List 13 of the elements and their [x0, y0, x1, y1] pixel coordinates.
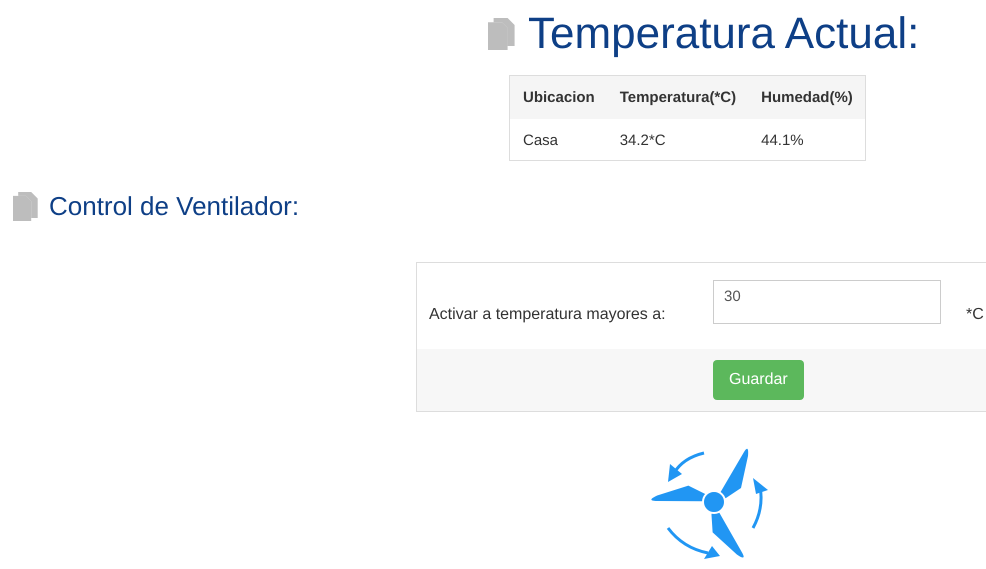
- column-header: Temperatura(*C): [606, 76, 748, 119]
- table-cell: Casa: [510, 119, 607, 160]
- page-title: Temperatura Actual:: [528, 9, 920, 59]
- section-title: Control de Ventilador:: [49, 191, 300, 222]
- column-header: Ubicacion: [510, 76, 607, 119]
- table-cell: 44.1%: [748, 119, 866, 160]
- table-cell: 34.2*C: [606, 119, 748, 160]
- temperature-input[interactable]: 30: [713, 280, 941, 324]
- document-icon: [13, 192, 39, 222]
- document-icon: [488, 18, 516, 50]
- unit-label: *C: [966, 305, 984, 324]
- column-header: Humedad(%): [748, 76, 866, 119]
- field-label: Activar a temperatura mayores a:: [429, 305, 667, 324]
